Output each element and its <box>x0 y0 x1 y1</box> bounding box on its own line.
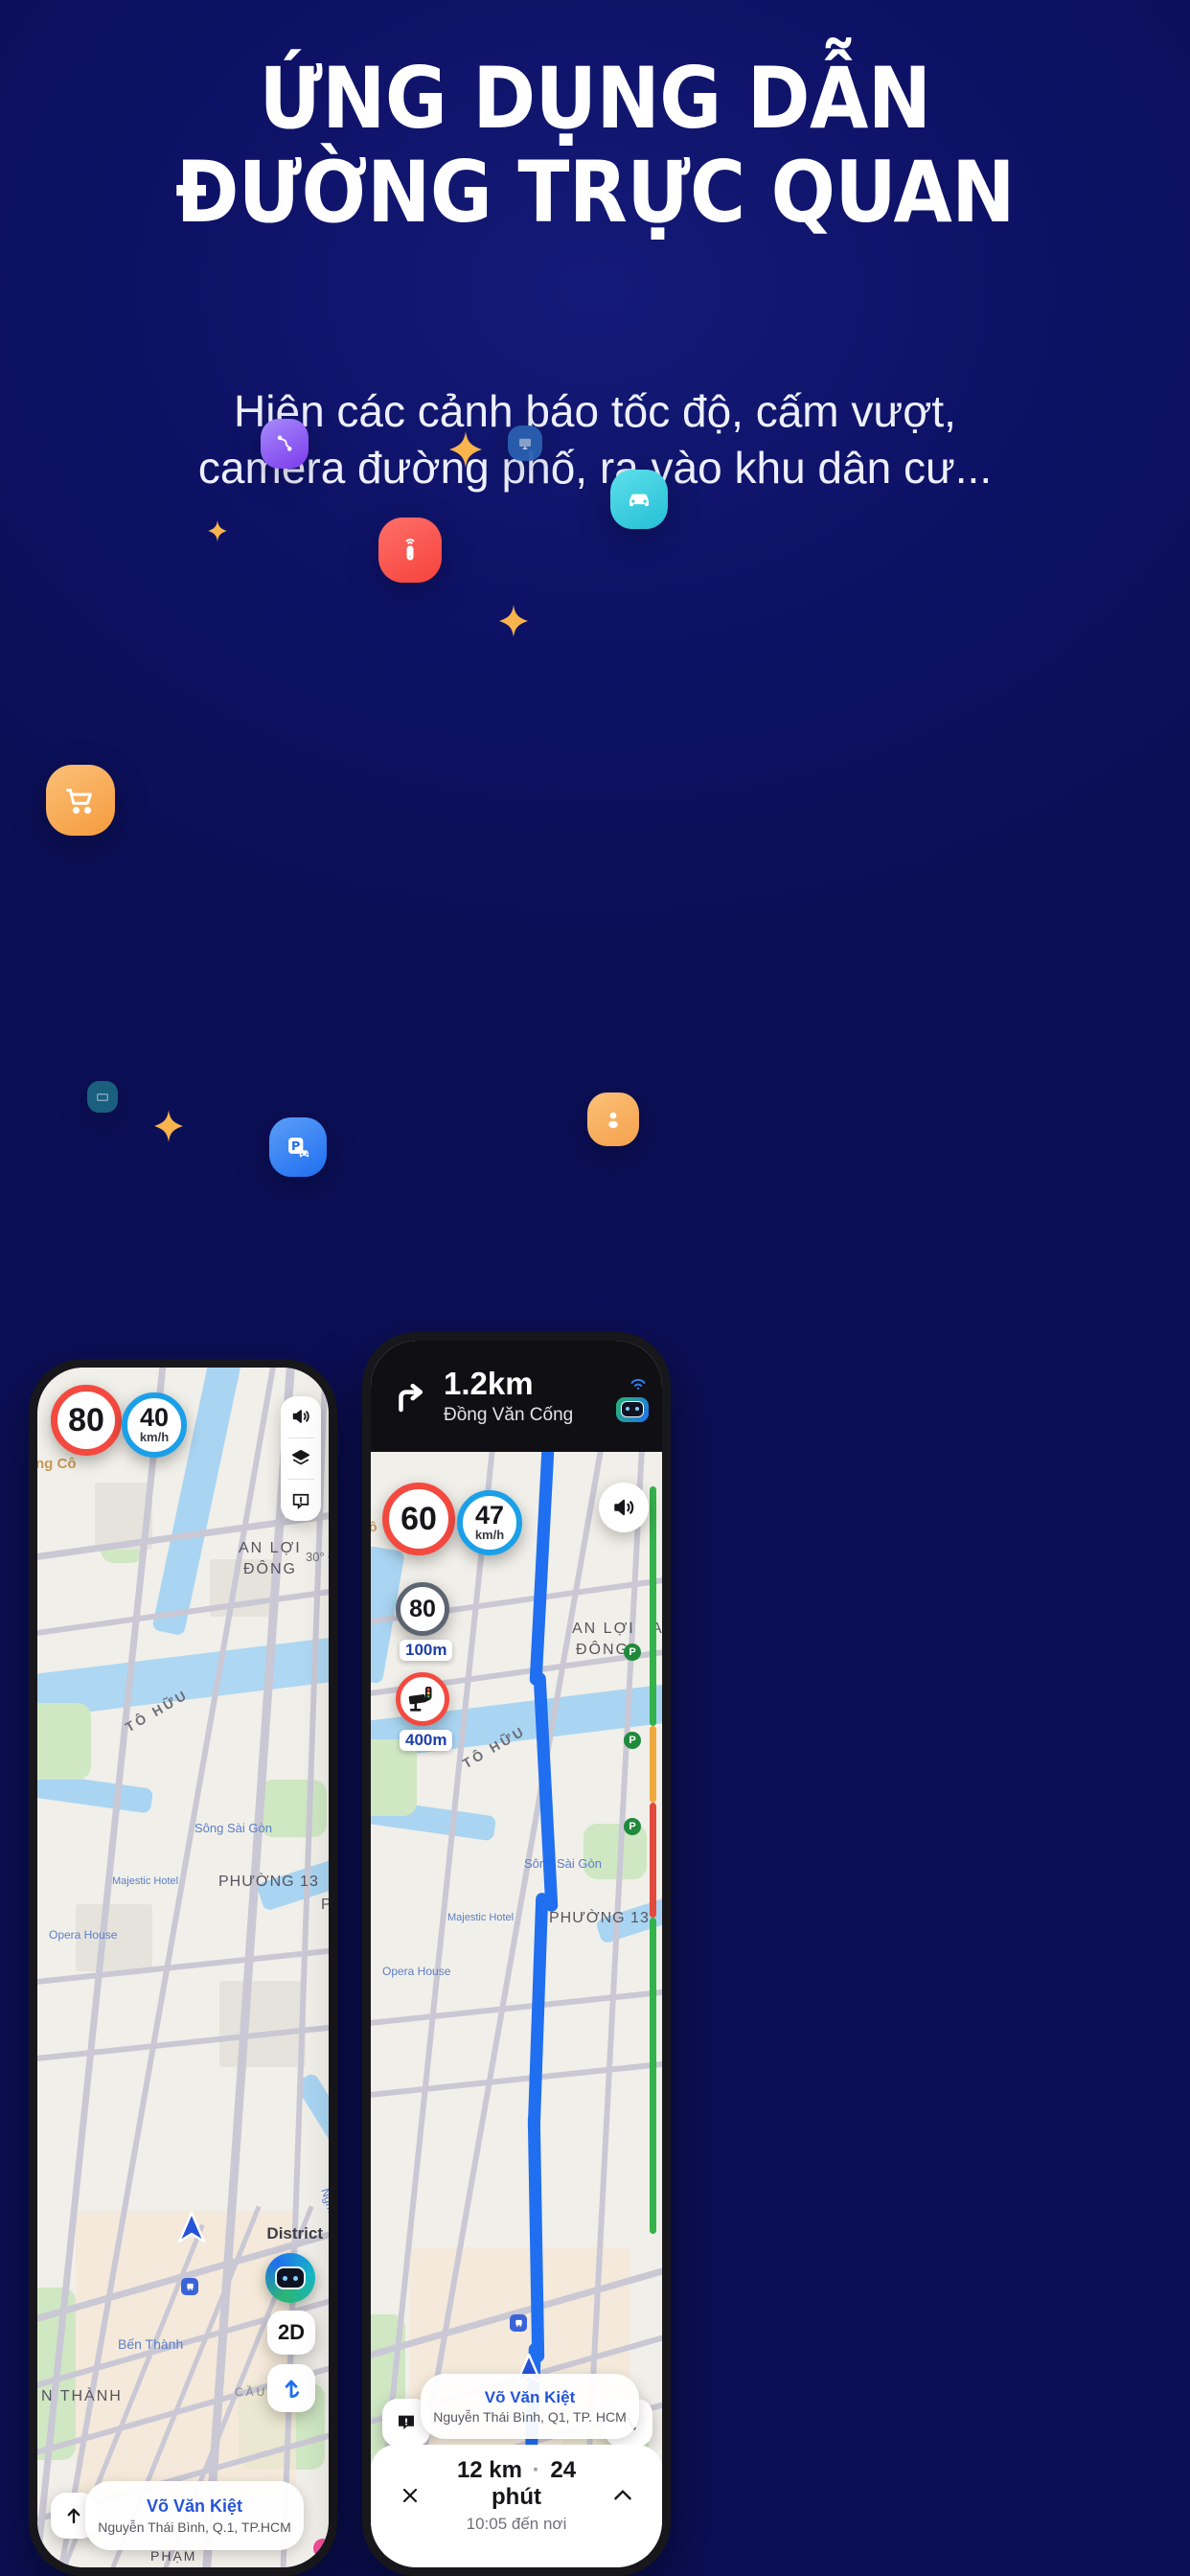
turn-right-icon <box>384 1376 438 1416</box>
parking-marker: P <box>624 1732 641 1749</box>
parking-marker: P <box>624 1818 641 1835</box>
subtitle-line-1: Hiện các cảnh báo tốc độ, cấm vượt, <box>234 386 956 436</box>
traffic-indicator <box>650 1803 656 1918</box>
eta-summary: 12 km · 24 phút 10:05 đến nơi <box>432 2457 601 2534</box>
display-icon <box>87 1081 118 1113</box>
assistant-icon[interactable] <box>265 2253 315 2303</box>
promo-page: ỨNG DỤNG DẪN ĐƯỜNG TRỰC QUAN Hiện các cả… <box>0 0 1190 2576</box>
location-puck <box>175 2211 208 2250</box>
chevron-up-icon[interactable] <box>601 2473 645 2518</box>
navigation-header: 1.2km Đồng Văn Cống <box>371 1341 662 1452</box>
sparkle-icon <box>208 520 227 541</box>
person-icon <box>587 1092 639 1146</box>
phone-mockup-left: ng Cô AN LỢI ĐÔNG 30° Đ TÔ HỮU Sông Sài … <box>29 1359 337 2576</box>
sparkle-icon <box>499 605 528 637</box>
cart-icon <box>46 765 115 836</box>
current-speed-value: 40 <box>139 1403 170 1432</box>
assistant-icon[interactable] <box>616 1371 649 1422</box>
eta-arrival: 10:05 đến nơi <box>466 2515 567 2533</box>
map-label: District <box>266 2224 323 2242</box>
page-subtitle: Hiện các cảnh báo tốc độ, cấm vượt, came… <box>0 383 1190 496</box>
assistant-face-icon[interactable] <box>616 1396 649 1422</box>
layers-icon[interactable] <box>281 1438 321 1480</box>
navigation-header-text: 1.2km Đồng Văn Cống <box>444 1367 573 1426</box>
current-speed-unit: km/h <box>139 1430 170 1444</box>
title-line-2: ĐƯỜNG TRỰC QUAN <box>174 142 1016 242</box>
address-title: Võ Văn Kiệt <box>484 2388 576 2406</box>
poi-marker <box>313 2539 329 2558</box>
eta-primary: 12 km · 24 phút <box>432 2457 601 2511</box>
map-label: ĐÔNG <box>243 1561 297 1577</box>
address-subtitle: Nguyễn Thái Bình, Q.1, TP.HCM <box>98 2519 291 2535</box>
traffic-camera-distance: 400m <box>400 1730 453 1751</box>
close-icon[interactable] <box>388 2473 432 2518</box>
svg-text:P: P <box>291 1139 300 1154</box>
transit-pin-icon <box>181 2278 198 2295</box>
address-subtitle: Nguyễn Thái Bình, Q1, TP. HCM <box>433 2409 627 2425</box>
volume-icon[interactable] <box>599 1483 649 1532</box>
route-icon <box>261 419 309 469</box>
upcoming-speed-limit-distance: 100m <box>400 1640 453 1661</box>
transit-pin-icon <box>510 2314 527 2332</box>
page-title: ỨNG DỤNG DẪN ĐƯỜNG TRỰC QUAN <box>0 56 1190 236</box>
upcoming-speed-limit-sign: 80 <box>396 1582 449 1636</box>
map-label: Majestic Hotel <box>112 1875 179 1887</box>
map-label: N THÀNH <box>41 2388 123 2404</box>
speed-limit-badge: 80 <box>51 1385 122 1456</box>
phone-right-screen: AN LỢI ĐÔNG AN L TÔ HỮU Sông Sài Gòn Maj… <box>371 1341 662 2567</box>
phone-left-screen: ng Cô AN LỢI ĐÔNG 30° Đ TÔ HỮU Sông Sài … <box>37 1368 329 2567</box>
parking-car-icon: P <box>269 1117 327 1177</box>
traffic-indicator <box>650 1726 656 1803</box>
navigate-arrow-icon[interactable] <box>267 2364 315 2412</box>
remote-icon <box>378 518 442 583</box>
map-label: 30° Đ <box>306 1550 329 1564</box>
map-label: Majestic Hotel <box>447 1912 515 1923</box>
map-label: PHẠM <box>150 2548 197 2564</box>
current-speed-badge: 40 km/h <box>122 1392 187 1458</box>
traffic-indicator <box>650 1918 656 2234</box>
eta-bar: 12 km · 24 phút 10:05 đến nơi <box>371 2445 662 2567</box>
map-label: PHƯỜNG 13 <box>218 1874 319 1890</box>
address-card[interactable]: Võ Văn Kiệt Nguyễn Thái Bình, Q1, TP. HC… <box>421 2374 639 2439</box>
map-label: PH <box>321 1897 329 1914</box>
map-mode-button[interactable]: 2D <box>267 2311 315 2355</box>
screen-icon <box>508 426 542 461</box>
map-label: AN LỢI <box>572 1621 635 1637</box>
traffic-camera-sign <box>396 1672 449 1726</box>
sparkle-icon <box>449 431 482 468</box>
parking-marker: P <box>624 1644 641 1661</box>
map-label: Sông Sài Gòn <box>195 1821 272 1835</box>
signal-icon <box>630 1378 646 1390</box>
report-icon[interactable] <box>281 1480 321 1521</box>
map-label: ĐÔNG <box>576 1642 629 1658</box>
map-label: AN LỢI <box>239 1540 302 1556</box>
traffic-indicator <box>650 1486 656 1726</box>
map-label: Opera House <box>382 1965 451 1978</box>
speed-limit-badge: 60 <box>382 1483 455 1555</box>
eta-distance: 12 km <box>456 2457 522 2483</box>
next-turn-distance: 1.2km <box>444 1366 534 1401</box>
address-card[interactable]: Võ Văn Kiệt Nguyễn Thái Bình, Q.1, TP.HC… <box>85 2481 304 2550</box>
map-label: PHƯỜNG 13 <box>549 1910 650 1926</box>
current-speed-value: 47 <box>474 1501 505 1530</box>
map-label: ng Cô <box>37 1456 77 1472</box>
map-label: Sông Sài Gòn <box>524 1856 602 1871</box>
map-label: ô <box>371 1519 378 1534</box>
volume-icon[interactable] <box>281 1396 321 1438</box>
sparkle-icon <box>154 1110 183 1142</box>
next-turn-street: Đồng Văn Cống <box>444 1405 574 1425</box>
current-speed-unit: km/h <box>474 1528 505 1542</box>
map-label: Opera House <box>49 1928 118 1942</box>
car-icon <box>610 470 668 529</box>
title-line-1: ỨNG DỤNG DẪN <box>259 49 931 148</box>
map-label: Bến Thành <box>118 2336 184 2352</box>
address-title: Võ Văn Kiệt <box>146 2496 243 2516</box>
eta-separator: · <box>532 2457 540 2483</box>
map-controls-left[interactable] <box>281 1396 321 1521</box>
current-speed-badge: 47 km/h <box>457 1490 522 1555</box>
subtitle-line-2: camera đường phố, ra vào khu dân cư... <box>197 442 993 493</box>
phone-mockup-right: AN LỢI ĐÔNG AN L TÔ HỮU Sông Sài Gòn Maj… <box>362 1332 671 2576</box>
